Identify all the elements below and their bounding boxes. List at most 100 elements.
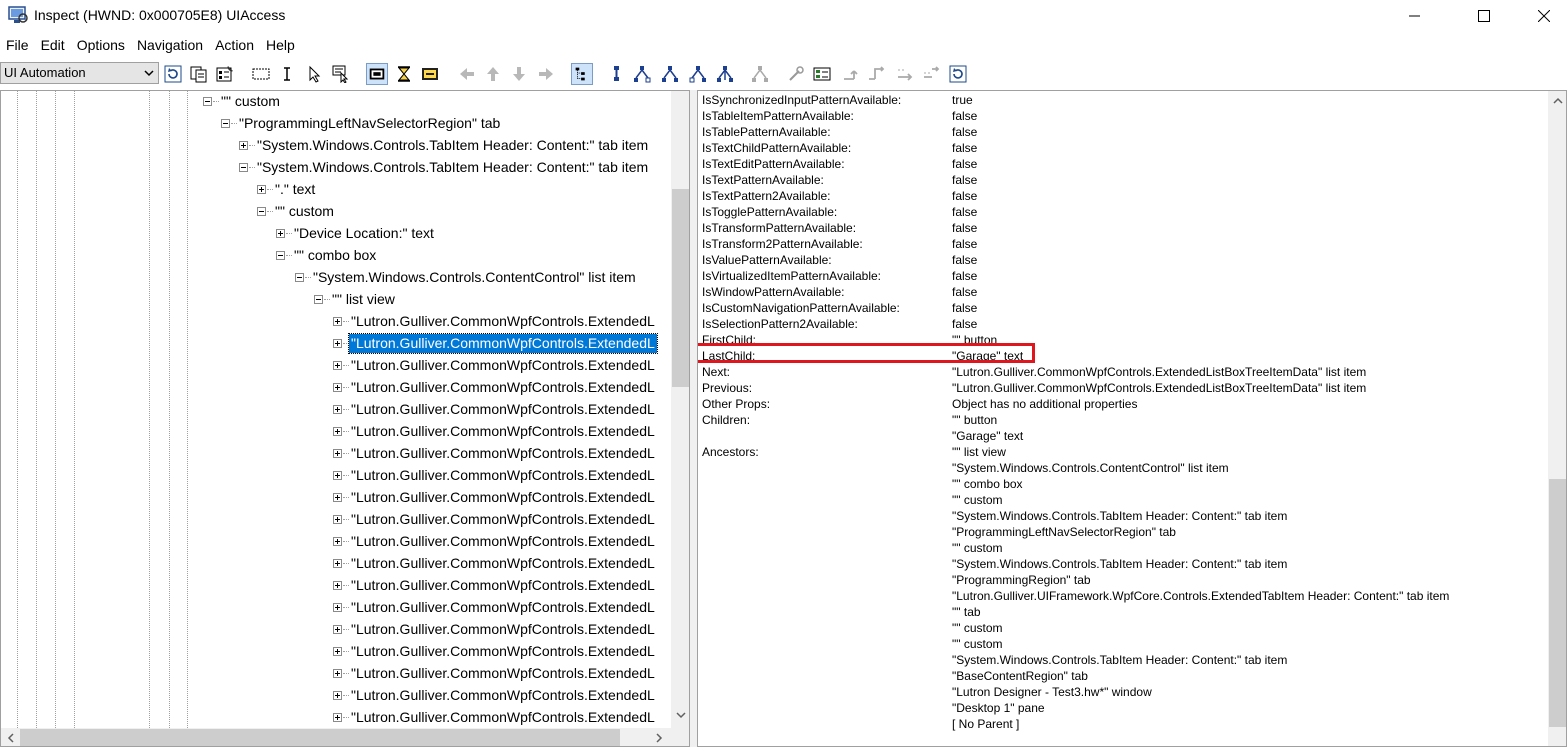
expand-icon[interactable] <box>333 647 342 656</box>
pane-splitter[interactable] <box>690 90 697 747</box>
arrow-left-icon[interactable] <box>458 65 476 83</box>
action-move-icon[interactable] <box>922 65 940 83</box>
tree-view-icon[interactable] <box>571 63 593 85</box>
property-name: IsVirtualizedItemPatternAvailable: <box>702 269 881 283</box>
scrollbar-corner <box>671 728 689 746</box>
property-value: false <box>952 221 978 235</box>
expand-icon[interactable] <box>333 625 342 634</box>
scroll-left-arrow-icon[interactable] <box>7 733 15 743</box>
expand-icon[interactable] <box>276 229 285 238</box>
expand-icon[interactable] <box>333 691 342 700</box>
focus-tracking-icon[interactable] <box>366 63 388 85</box>
navigate-next-sibling-icon[interactable] <box>661 65 679 83</box>
navigate-previous-sibling-icon[interactable] <box>689 65 707 83</box>
minimize-button[interactable] <box>1392 0 1438 32</box>
close-button[interactable] <box>1521 0 1567 32</box>
action-scroll-icon[interactable] <box>896 65 914 83</box>
tree-horizontal-scroll-thumb[interactable] <box>20 729 620 746</box>
menu-file[interactable]: File <box>0 35 35 57</box>
menu-help[interactable]: Help <box>260 35 301 57</box>
expand-icon[interactable] <box>333 361 342 370</box>
property-value: false <box>952 141 978 155</box>
arrow-down-icon[interactable] <box>510 65 528 83</box>
arrow-right-icon[interactable] <box>537 65 555 83</box>
property-name: IsTransformPatternAvailable: <box>702 221 857 235</box>
tree-item-label: "Lutron.Gulliver.CommonWpfControls.Exten… <box>351 401 655 417</box>
expand-icon[interactable] <box>333 515 342 524</box>
rectangle-highlight-icon[interactable] <box>252 65 270 83</box>
expand-icon[interactable] <box>333 317 342 326</box>
expand-icon[interactable] <box>333 405 342 414</box>
property-value: false <box>952 285 978 299</box>
properties-icon[interactable] <box>216 65 234 83</box>
mouse-pointer-icon[interactable] <box>306 65 324 83</box>
collapse-icon[interactable] <box>239 163 248 172</box>
tree-vertical-scroll-thumb[interactable] <box>672 189 689 387</box>
expand-icon[interactable] <box>333 669 342 678</box>
action-collapse-icon[interactable] <box>867 65 885 83</box>
tree-item-label: "Lutron.Gulliver.CommonWpfControls.Exten… <box>351 687 655 703</box>
expand-icon[interactable] <box>333 559 342 568</box>
expand-icon[interactable] <box>333 493 342 502</box>
tree-item-label: "" custom <box>221 93 280 109</box>
show-highlight-icon[interactable] <box>421 65 439 83</box>
scroll-right-arrow-icon[interactable] <box>655 733 663 743</box>
collapse-icon[interactable] <box>221 119 230 128</box>
expand-icon[interactable] <box>333 603 342 612</box>
expand-icon[interactable] <box>333 537 342 546</box>
property-value: "" list view <box>952 445 1006 459</box>
collapse-icon[interactable] <box>314 295 323 304</box>
tree-horizontal-scrollbar[interactable] <box>1 728 671 746</box>
expand-icon[interactable] <box>333 581 342 590</box>
automation-mode-select[interactable]: UI Automation <box>0 62 159 84</box>
scroll-down-arrow-icon[interactable] <box>676 711 686 719</box>
expand-icon[interactable] <box>333 713 342 722</box>
tree-refresh-icon[interactable] <box>751 65 769 83</box>
property-value: false <box>952 189 978 203</box>
expand-icon[interactable] <box>333 471 342 480</box>
collapse-icon[interactable] <box>276 251 285 260</box>
navigate-parent-icon[interactable] <box>607 65 625 83</box>
scroll-up-arrow-icon[interactable] <box>1553 97 1563 105</box>
action-expand-icon[interactable] <box>842 65 860 83</box>
expand-icon[interactable] <box>333 339 342 348</box>
collapse-icon[interactable] <box>257 207 266 216</box>
caret-icon[interactable] <box>278 65 296 83</box>
properties-vertical-scrollbar[interactable] <box>1548 91 1566 746</box>
navigate-first-child-icon[interactable] <box>633 65 651 83</box>
properties-scroll-thumb[interactable] <box>1549 479 1566 727</box>
sync-icon[interactable] <box>949 65 967 83</box>
maximize-button[interactable] <box>1461 0 1507 32</box>
arrow-up-icon[interactable] <box>484 65 502 83</box>
expand-icon[interactable] <box>333 449 342 458</box>
element-tree[interactable]: "" custom "ProgrammingLeftNavSelectorRegi… <box>0 90 690 747</box>
inspect-app-icon <box>8 6 28 23</box>
hourglass-icon[interactable] <box>395 65 413 83</box>
menu-action[interactable]: Action <box>209 35 260 57</box>
tree-item-label: "System.Windows.Controls.TabItem Header:… <box>257 159 649 175</box>
tree-item-label: "Lutron.Gulliver.CommonWpfControls.Exten… <box>351 313 655 329</box>
property-name: IsValuePatternAvailable: <box>702 253 832 267</box>
property-value: false <box>952 109 978 123</box>
property-value: "" custom <box>952 541 1003 555</box>
refresh-icon[interactable] <box>164 65 182 83</box>
menu-edit[interactable]: Edit <box>35 35 71 57</box>
action-invoke-icon[interactable] <box>787 65 805 83</box>
properties-pane[interactable]: IsSynchronizedInputPatternAvailable: true… <box>697 90 1567 747</box>
expand-icon[interactable] <box>239 141 248 150</box>
menu-navigation[interactable]: Navigation <box>131 35 209 57</box>
collapse-icon[interactable] <box>295 273 304 282</box>
watch-cursor-icon[interactable] <box>332 65 350 83</box>
expand-icon[interactable] <box>333 427 342 436</box>
expand-icon[interactable] <box>257 185 266 194</box>
expand-icon[interactable] <box>333 383 342 392</box>
navigate-last-child-icon[interactable] <box>716 65 734 83</box>
property-value: false <box>952 317 978 331</box>
property-name: IsCustomNavigationPatternAvailable: <box>702 301 900 315</box>
tree-vertical-scrollbar[interactable] <box>671 91 689 728</box>
menu-options[interactable]: Options <box>71 35 131 57</box>
property-value: Object has no additional properties <box>952 397 1138 411</box>
action-toggle-icon[interactable] <box>813 65 831 83</box>
collapse-icon[interactable] <box>203 97 212 106</box>
copy-icon[interactable] <box>190 65 208 83</box>
